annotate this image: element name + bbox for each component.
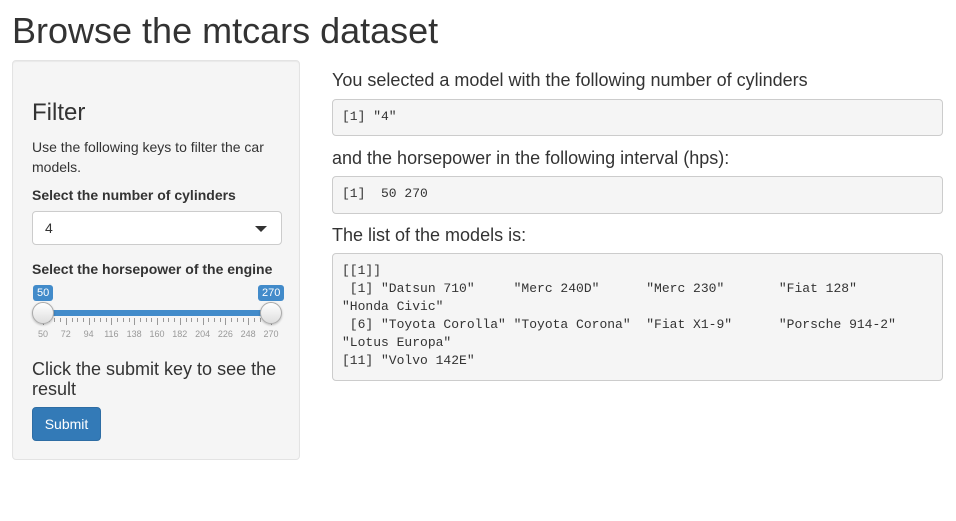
cylinders-select[interactable]: 4 xyxy=(32,211,282,245)
slider-tick xyxy=(185,318,187,322)
slider-tick xyxy=(60,318,62,322)
slider-tick xyxy=(88,318,90,325)
models-output-label: The list of the models is: xyxy=(332,225,527,245)
slider-tick xyxy=(151,318,153,322)
chevron-down-icon xyxy=(255,226,267,232)
slider-selected-range xyxy=(43,310,271,316)
slider-min-handle[interactable] xyxy=(32,302,54,324)
slider-tick xyxy=(219,318,221,322)
slider-tick xyxy=(242,318,244,322)
cylinders-selected-value: 4 xyxy=(45,220,53,236)
horsepower-output: [1] 50 270 xyxy=(332,176,943,214)
slider-tick xyxy=(208,318,210,322)
cylinders-label: Select the number of cylinders xyxy=(32,187,236,203)
page-title: Browse the mtcars dataset xyxy=(12,10,439,51)
slider-tick xyxy=(82,318,84,322)
slider-tick-label: 270 xyxy=(263,329,279,339)
slider-tick xyxy=(65,318,67,325)
slider-from-value: 50 xyxy=(33,285,54,301)
slider-tick xyxy=(117,318,119,322)
slider-tick xyxy=(214,318,215,322)
submit-prompt: Click the submit key to see the result xyxy=(32,359,277,399)
slider-tick xyxy=(105,318,107,322)
slider-tick xyxy=(111,318,113,325)
cylinders-output: [1] "4" xyxy=(332,99,943,136)
slider-tick xyxy=(225,318,227,325)
slider-tick xyxy=(157,318,158,325)
slider-tick xyxy=(202,318,204,325)
horsepower-output-label: and the horsepower in the following inte… xyxy=(332,148,730,168)
slider-tick xyxy=(145,318,147,322)
slider-tick xyxy=(236,318,238,322)
slider-tick xyxy=(71,318,73,322)
filter-heading: Filter xyxy=(32,99,86,126)
slider-tick xyxy=(54,318,56,322)
slider-tick xyxy=(231,318,233,322)
slider-tick xyxy=(248,318,250,325)
cylinders-output-label: You selected a model with the following … xyxy=(332,70,808,90)
slider-max-handle[interactable] xyxy=(260,302,282,324)
slider-tick xyxy=(259,318,261,322)
slider-tick xyxy=(191,318,193,322)
horsepower-range-slider[interactable]: 50 72 94 116 138 160 182 204 226 248 270 50 270 xyxy=(32,285,285,345)
models-output: [[1]] [1] "Datsun 710" "Merc 240D" "Merc… xyxy=(332,253,943,381)
slider-tick xyxy=(179,318,181,325)
slider-tick xyxy=(162,318,164,322)
slider-to-value: 270 xyxy=(258,285,285,301)
slider-tick xyxy=(168,318,170,322)
slider-tick xyxy=(100,318,101,322)
slider-tick xyxy=(139,318,141,322)
slider-tick xyxy=(253,318,255,322)
slider-tick xyxy=(128,318,130,322)
slider-tick xyxy=(134,318,136,325)
slider-tick xyxy=(174,318,176,322)
slider-tick xyxy=(94,318,96,322)
slider-tick xyxy=(77,318,79,322)
submit-button[interactable]: Submit xyxy=(32,407,101,441)
slider-tick xyxy=(122,318,124,322)
horsepower-label: Select the horsepower of the engine xyxy=(32,261,273,277)
slider-tick xyxy=(196,318,198,322)
filter-description: Use the following keys to filter the car… xyxy=(32,139,264,175)
filter-sidebar: Filter Use the following keys to filter … xyxy=(12,60,300,460)
